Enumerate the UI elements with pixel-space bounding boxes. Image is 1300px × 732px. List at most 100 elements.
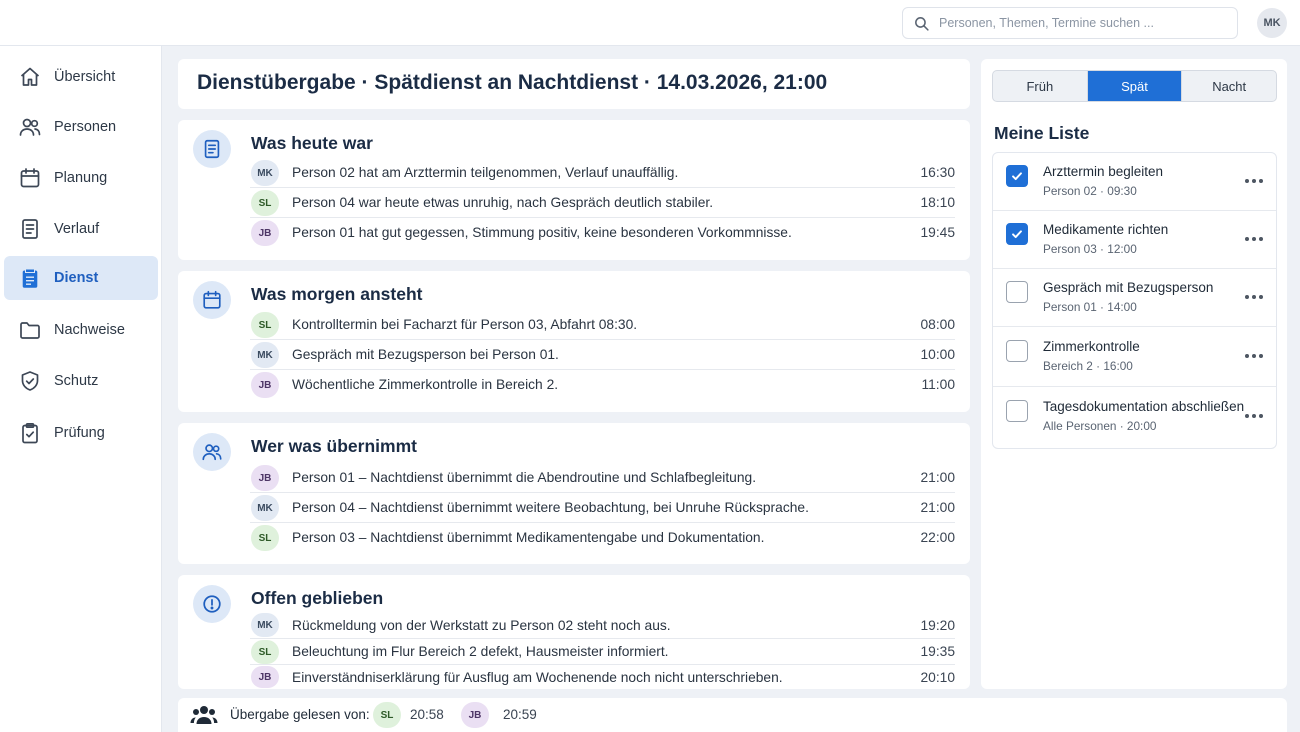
list-item: SL Beleuchtung im Flur Bereich 2 defekt,… (250, 639, 955, 665)
author-badge: SL (251, 312, 279, 338)
task-title: Zimmerkontrolle (1043, 339, 1140, 354)
sidebar-item-nachweise[interactable]: Nachweise (4, 308, 158, 352)
task-item: Gespräch mit Bezugsperson Person 01 · 14… (993, 269, 1276, 327)
entry-text: Person 02 hat am Arzttermin teilgenommen… (292, 165, 679, 180)
more-options-icon[interactable] (1241, 348, 1267, 364)
sidebar-item-uebersicht[interactable]: Übersicht (4, 55, 158, 99)
task-title: Arzttermin begleiten (1043, 164, 1164, 179)
section-tomorrow: Was morgen ansteht SL Kontrolltermin bei… (178, 271, 970, 412)
shift-option-frueh[interactable]: Früh (993, 71, 1088, 101)
entry-text: Person 03 – Nachtdienst übernimmt Medika… (292, 530, 765, 545)
task-title: Tagesdokumentation abschließen (1043, 399, 1245, 414)
sidebar-item-planung[interactable]: Planung (4, 156, 158, 200)
entry-time: 22:00 (920, 530, 955, 545)
more-options-icon[interactable] (1241, 289, 1267, 305)
home-icon (18, 65, 42, 89)
reader-time: 20:59 (503, 707, 537, 722)
task-checkbox[interactable] (1006, 281, 1028, 303)
task-subtitle: Person 03 · 12:00 (1043, 242, 1137, 256)
user-avatar[interactable]: MK (1257, 8, 1287, 38)
calendar-icon (18, 166, 42, 190)
task-checkbox[interactable] (1006, 400, 1028, 422)
shift-selector: Früh Spät Nacht (992, 70, 1277, 102)
check-icon (1012, 230, 1022, 239)
sidebar-item-personen[interactable]: Personen (4, 105, 158, 149)
task-subtitle: Alle Personen · 20:00 (1043, 419, 1157, 433)
author-badge: MK (251, 495, 279, 521)
entry-text: Gespräch mit Bezugsperson bei Person 01. (292, 347, 559, 362)
task-item: Tagesdokumentation abschließen Alle Pers… (993, 387, 1276, 448)
my-list-panel: Früh Spät Nacht Meine Liste Arzttermin b… (981, 59, 1287, 689)
list-item: MK Gespräch mit Bezugsperson bei Person … (250, 340, 955, 370)
search-box[interactable] (902, 7, 1238, 39)
author-badge: MK (251, 160, 279, 186)
task-checkbox[interactable] (1006, 340, 1028, 362)
reader-time: 20:58 (410, 707, 444, 722)
entry-text: Person 01 – Nachtdienst übernimmt die Ab… (292, 470, 757, 485)
author-badge: MK (251, 613, 279, 637)
entry-text: Einverständniserklärung für Ausflug am W… (292, 670, 783, 685)
sidebar-item-label: Verlauf (54, 221, 100, 237)
list-item: MK Person 04 – Nachtdienst übernimmt wei… (250, 493, 955, 523)
task-item: Zimmerkontrolle Bereich 2 · 16:00 (993, 327, 1276, 387)
sidebar-item-label: Dienst (54, 270, 99, 286)
list-item: JB Person 01 hat gut gegessen, Stimmung … (250, 218, 955, 248)
author-badge: SL (251, 190, 279, 216)
shield-icon (18, 369, 42, 393)
entry-text: Person 04 war heute etwas unruhig, nach … (292, 195, 714, 210)
section-open: Offen geblieben MK Rückmeldung von der W… (178, 575, 970, 689)
sidebar: Übersicht Personen Planung Verlauf Diens… (0, 46, 162, 732)
entry-text: Kontrolltermin bei Facharzt für Person 0… (292, 317, 638, 332)
handover-header: Dienstübergabe · Spätdienst an Nachtdien… (178, 59, 970, 109)
check-icon (1012, 172, 1022, 181)
search-input[interactable] (939, 16, 1219, 30)
list-item: JB Person 01 – Nachtdienst übernimmt die… (250, 463, 955, 493)
folder-icon (18, 318, 42, 342)
author-badge: JB (251, 465, 279, 491)
sidebar-item-verlauf[interactable]: Verlauf (4, 207, 158, 251)
people-icon (193, 433, 231, 471)
sidebar-item-label: Personen (54, 119, 117, 135)
list-item: JB Einverständniserklärung für Ausflug a… (250, 665, 955, 689)
section-title: Was morgen ansteht (251, 284, 423, 304)
entry-time: 18:10 (920, 195, 955, 210)
read-by-footer: Übergabe gelesen von: SL 20:58 JB 20:59 (178, 698, 1287, 732)
entry-text: Wöchentliche Zimmerkontrolle in Bereich … (292, 377, 559, 392)
author-badge: SL (251, 640, 279, 664)
reader-badge: JB (461, 702, 489, 728)
author-badge: SL (251, 525, 279, 551)
author-badge: JB (251, 666, 279, 688)
clipboard-icon (18, 266, 42, 290)
task-checkbox[interactable] (1006, 223, 1028, 245)
task-subtitle: Bereich 2 · 16:00 (1043, 359, 1133, 373)
entry-text: Beleuchtung im Flur Bereich 2 defekt, Ha… (292, 644, 669, 659)
task-checkbox[interactable] (1006, 165, 1028, 187)
task-title: Medikamente richten (1043, 222, 1169, 237)
shift-option-spaet[interactable]: Spät (1087, 71, 1183, 101)
more-options-icon[interactable] (1241, 231, 1267, 247)
entry-time: 19:45 (920, 225, 955, 240)
entry-time: 11:00 (921, 377, 955, 392)
entry-time: 16:30 (920, 165, 955, 180)
list-item: MK Person 02 hat am Arzttermin teilgenom… (250, 158, 955, 188)
entry-time: 20:10 (920, 670, 955, 685)
list-item: SL Kontrolltermin bei Facharzt für Perso… (250, 310, 955, 340)
sidebar-item-label: Übersicht (54, 69, 116, 85)
sidebar-item-dienst[interactable]: Dienst (4, 256, 158, 300)
task-item: Medikamente richten Person 03 · 12:00 (993, 211, 1276, 269)
more-options-icon[interactable] (1241, 408, 1267, 424)
task-item: Arzttermin begleiten Person 02 · 09:30 (993, 153, 1276, 211)
section-title: Wer was übernimmt (251, 436, 417, 456)
sidebar-item-pruefung[interactable]: Prüfung (4, 411, 158, 455)
list-item: JB Wöchentliche Zimmerkontrolle in Berei… (250, 370, 955, 400)
sidebar-item-label: Prüfung (54, 425, 105, 441)
search-icon (915, 16, 929, 31)
sidebar-item-label: Planung (54, 170, 108, 186)
sidebar-item-label: Nachweise (54, 322, 125, 338)
more-options-icon[interactable] (1241, 173, 1267, 189)
page-title: Dienstübergabe · Spätdienst an Nachtdien… (197, 71, 828, 94)
shift-option-nacht[interactable]: Nacht (1182, 71, 1276, 101)
entry-time: 19:20 (920, 618, 955, 633)
reader-badge: SL (373, 702, 401, 728)
sidebar-item-schutz[interactable]: Schutz (4, 359, 158, 403)
